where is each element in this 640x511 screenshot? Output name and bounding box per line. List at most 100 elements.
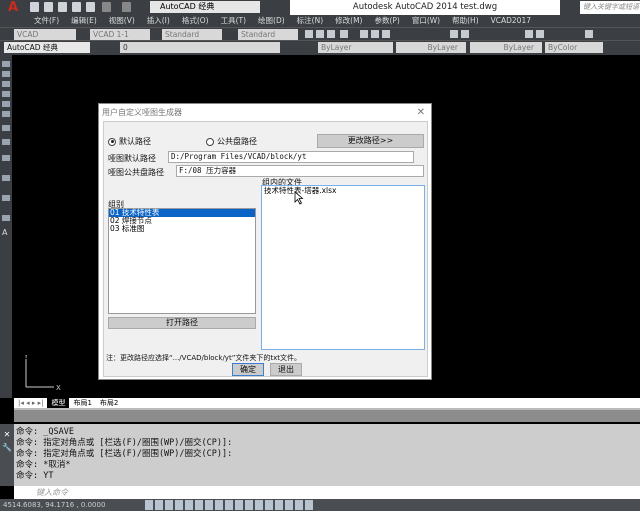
drafting-toggles[interactable] <box>145 500 315 510</box>
saveas-icon[interactable] <box>72 2 81 12</box>
table-icon[interactable] <box>2 215 10 221</box>
command-line: 命令: *取消* <box>16 460 71 470</box>
open-icon[interactable] <box>316 30 324 38</box>
mouse-cursor-icon <box>294 191 304 205</box>
default-path-input[interactable]: D:/Program Files/VCAD/block/yt <box>168 151 414 163</box>
tab-layout1[interactable]: 布局1 <box>69 398 95 408</box>
spline-icon[interactable] <box>2 125 10 131</box>
lineweight-select[interactable]: ByLayer <box>470 42 542 53</box>
polygon-icon[interactable] <box>2 81 10 87</box>
color-select[interactable]: ByLayer <box>318 42 393 53</box>
paste-icon[interactable] <box>382 30 390 38</box>
radio-icon <box>206 137 214 146</box>
open-icon[interactable] <box>44 2 53 12</box>
ucs-icon: Y X <box>23 355 61 392</box>
pan-icon[interactable] <box>450 30 458 38</box>
dialog-body: 默认路径 公共盘路径 更改路径>> 哑图默认路径 D:/Program File… <box>103 121 428 377</box>
command-history: 命令: _QSAVE 命令: 指定对角点或 [栏选(F)/圈围(WP)/圈交(C… <box>14 424 640 486</box>
open-path-button[interactable]: 打开路径 <box>108 317 256 329</box>
ok-button[interactable]: 确定 <box>232 363 264 376</box>
layers-toolbar: AutoCAD 经典 0 ByLayer ByLayer ByLayer ByC… <box>0 40 640 55</box>
command-line: 命令: _QSAVE <box>16 427 74 437</box>
files-list[interactable]: 技术特性表-塔器.xlsx <box>261 185 425 350</box>
tab-layout2[interactable]: 布局2 <box>96 398 122 408</box>
save-icon[interactable] <box>58 2 67 12</box>
exit-button[interactable]: 退出 <box>270 363 302 376</box>
cut-icon[interactable] <box>360 30 368 38</box>
default-path-label: 哑图默认路径 <box>108 154 156 163</box>
public-path-label: 哑图公共盘路径 <box>108 168 164 177</box>
command-input[interactable]: 键入命令 <box>14 486 640 499</box>
zoom-icon[interactable] <box>461 30 469 38</box>
ellipse-icon[interactable] <box>2 139 10 145</box>
table-style-select[interactable]: Standard <box>162 29 222 40</box>
radio-public-path[interactable]: 公共盘路径 <box>206 136 257 147</box>
text-icon[interactable]: A <box>2 229 10 237</box>
redo-icon[interactable] <box>122 2 131 12</box>
title-bar: A AutoCAD 经典 Autodesk AutoCAD 2014 test.… <box>0 0 640 15</box>
dim-style-select[interactable]: VCAD 1-1 <box>90 29 150 40</box>
undo-icon[interactable] <box>102 2 111 12</box>
circle-icon[interactable] <box>2 111 10 117</box>
menu-item[interactable]: 文件(F) <box>28 15 65 27</box>
tab-nav-arrows-icon[interactable]: |◂ ◂ ▸ ▸| <box>14 399 47 407</box>
customize-icon[interactable]: 🔧 <box>0 443 14 452</box>
design-center-icon[interactable] <box>536 30 544 38</box>
command-line: 命令: 指定对角点或 [栏选(F)/圈围(WP)/圈交(CP)]: <box>16 438 233 448</box>
plotstyle-select[interactable]: ByColor <box>545 42 603 53</box>
new-icon[interactable] <box>305 30 313 38</box>
help-icon[interactable] <box>585 30 593 38</box>
workspace-select[interactable]: AutoCAD 经典 <box>150 1 260 13</box>
menu-item[interactable]: 工具(T) <box>215 15 252 27</box>
radio-default-path[interactable]: 默认路径 <box>108 136 151 147</box>
print-icon[interactable] <box>340 30 348 38</box>
menu-item[interactable]: 编辑(E) <box>65 15 103 27</box>
copy-icon[interactable] <box>371 30 379 38</box>
menu-item[interactable]: 插入(I) <box>141 15 176 27</box>
tab-model[interactable]: 模型 <box>47 398 70 408</box>
list-item[interactable]: 技术特性表-塔器.xlsx <box>263 187 423 195</box>
line-icon[interactable] <box>2 61 10 67</box>
new-icon[interactable] <box>30 2 39 12</box>
autocad-logo-icon[interactable]: A <box>2 0 24 15</box>
menu-item[interactable]: 修改(M) <box>329 15 368 27</box>
rectangle-icon[interactable] <box>2 91 10 97</box>
menu-item[interactable]: 窗口(W) <box>406 15 446 27</box>
linetype-select[interactable]: ByLayer <box>396 42 466 53</box>
layout-tabs: |◂ ◂ ▸ ▸| 模型 布局1 布局2 <box>14 398 640 408</box>
hatch-icon[interactable] <box>2 195 10 201</box>
menu-item[interactable]: 格式(O) <box>176 15 215 27</box>
properties-icon[interactable] <box>525 30 533 38</box>
styles-toolbar: VCAD VCAD 1-1 Standard Standard <box>0 27 640 40</box>
layer-select[interactable]: 0 <box>120 42 280 53</box>
search-input[interactable]: 键入关键字或短语 <box>580 1 640 14</box>
list-item[interactable]: 03 标准图 <box>109 225 255 233</box>
close-icon[interactable]: ✕ <box>417 104 425 121</box>
draw-toolbar: A <box>0 55 12 398</box>
menu-item[interactable]: 绘图(D) <box>252 15 291 27</box>
status-bar: 4514.6083, 94.1716 , 0.0000 <box>0 499 640 511</box>
horizontal-scrollbar[interactable] <box>14 408 640 422</box>
point-icon[interactable] <box>2 175 10 181</box>
mleader-style-select[interactable]: Standard <box>238 29 298 40</box>
coordinates: 4514.6083, 94.1716 , 0.0000 <box>3 501 106 509</box>
menu-item[interactable]: 标注(N) <box>291 15 329 27</box>
workspace-select[interactable]: AutoCAD 经典 <box>4 42 90 53</box>
public-path-input[interactable]: F:/08 压力容器 <box>176 165 424 177</box>
polyline-icon[interactable] <box>2 71 10 77</box>
print-icon[interactable] <box>86 2 95 12</box>
change-path-button[interactable]: 更改路径>> <box>317 134 424 148</box>
menu-item[interactable]: 视图(V) <box>103 15 141 27</box>
close-icon[interactable]: ✕ <box>0 430 14 439</box>
save-icon[interactable] <box>327 30 335 38</box>
menu-item[interactable]: 帮助(H) <box>446 15 485 27</box>
app-title: Autodesk AutoCAD 2014 test.dwg <box>290 0 560 15</box>
arc-icon[interactable] <box>2 101 10 107</box>
insert-block-icon[interactable] <box>2 155 10 161</box>
group-list[interactable]: 01 技术特性表 02 焊接节点 03 标准图 <box>108 208 256 314</box>
note-text: 注：更改路径应选择“.../VCAD/block/yt”文件夹下的txt文件。 <box>106 354 301 362</box>
menu-item[interactable]: 参数(P) <box>368 15 405 27</box>
text-style-select[interactable]: VCAD <box>14 29 76 40</box>
menu-item[interactable]: VCAD2017 <box>485 15 537 27</box>
radio-label: 默认路径 <box>119 137 151 146</box>
